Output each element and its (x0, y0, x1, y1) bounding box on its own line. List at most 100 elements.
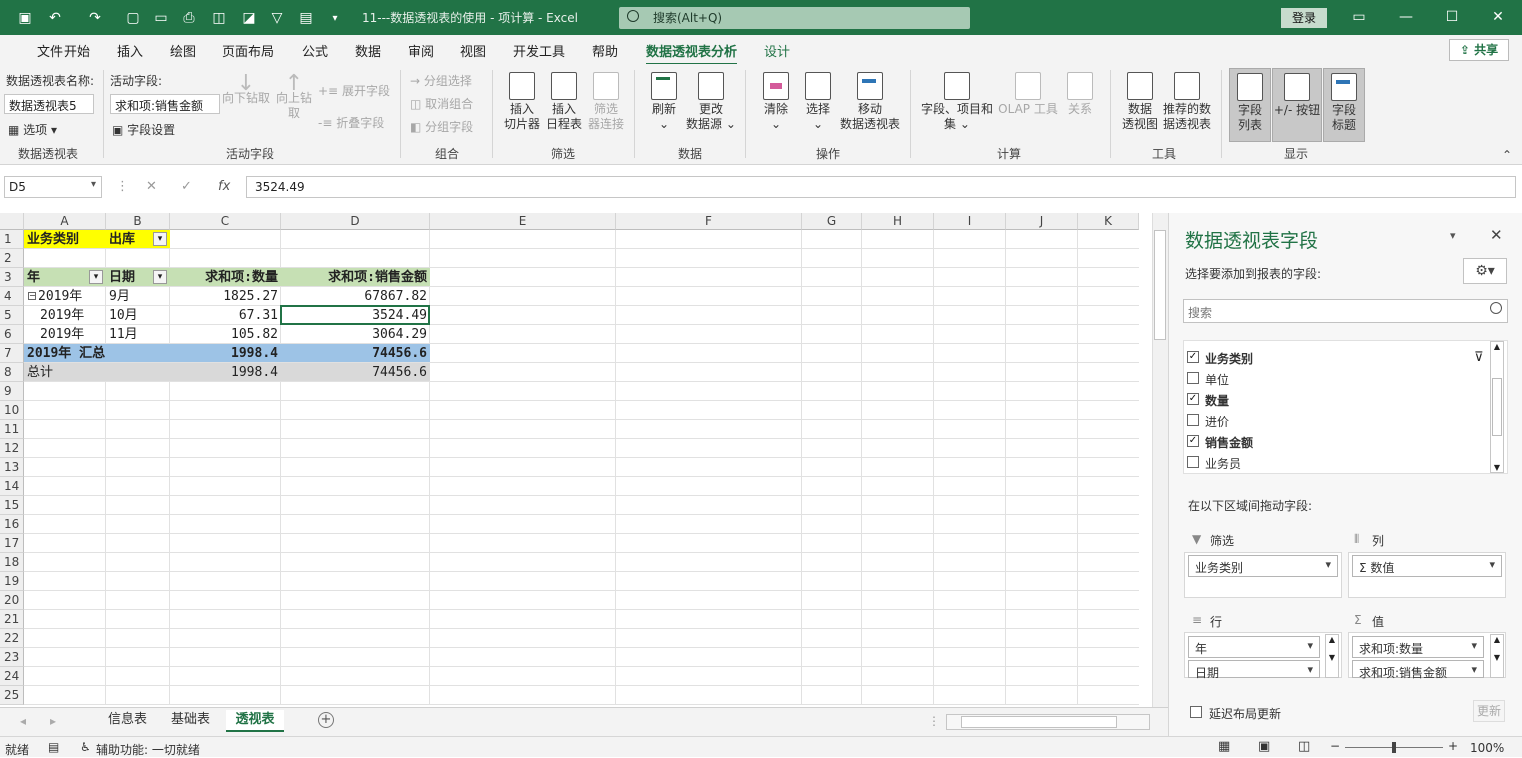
column-header-g[interactable]: G (802, 213, 862, 230)
tab-help[interactable]: 帮助 (592, 41, 618, 60)
customize-toolbar-icon[interactable]: ▾ (326, 9, 344, 27)
cell-c8[interactable]: 1998.4 (170, 363, 281, 382)
field-list-button[interactable]: 字段 列表 (1229, 68, 1271, 142)
next-sheet-icon[interactable]: ▸ (50, 714, 56, 728)
column-header-b[interactable]: B (106, 213, 170, 230)
prev-sheet-icon[interactable]: ◂ (20, 714, 26, 728)
row-header-12[interactable]: 12 (0, 439, 24, 458)
scroll-down-icon[interactable]: ▼ (1491, 463, 1503, 472)
tab-developer[interactable]: 开发工具 (513, 41, 565, 60)
cancel-icon[interactable]: ✕ (146, 179, 157, 194)
enter-icon[interactable]: ✓ (181, 179, 192, 194)
column-header-d[interactable]: D (281, 213, 430, 230)
cell-d3[interactable]: 求和项:销售金额 (281, 268, 430, 287)
tab-review[interactable]: 审阅 (408, 41, 434, 60)
field-label-cost[interactable]: 进价 (1205, 413, 1229, 430)
tab-page-layout[interactable]: 页面布局 (222, 41, 274, 60)
select-all-corner[interactable] (0, 213, 24, 230)
tab-pivot-analyze[interactable]: 数据透视表分析 (646, 41, 738, 66)
tab-design[interactable]: 设计 (764, 41, 790, 60)
drill-up-button[interactable]: ↑ 向上钻取 (274, 73, 314, 121)
column-header-i[interactable]: I (934, 213, 1006, 230)
value-item-sales[interactable]: 求和项:销售金额 (1352, 660, 1484, 680)
update-button[interactable]: 更新 (1473, 700, 1505, 722)
close-icon[interactable]: ✕ (1488, 8, 1508, 26)
row-item-year[interactable]: 年 (1188, 636, 1320, 658)
undo-icon[interactable]: ↶ (46, 9, 64, 27)
cell-a6[interactable]: 2019年 (24, 325, 106, 344)
sheet-tab-info[interactable]: 信息表 (104, 710, 151, 732)
field-settings-button[interactable]: ▣ 字段设置 (112, 121, 175, 138)
tab-view[interactable]: 视图 (460, 41, 486, 60)
pivot-name-input[interactable]: 数据透视表5 (4, 94, 94, 114)
column-header-c[interactable]: C (170, 213, 281, 230)
ungroup-button[interactable]: ◫ 取消组合 (410, 95, 473, 112)
filter-icon[interactable]: ▽ (268, 9, 286, 27)
field-list-scrollbar[interactable]: ▲ ▼ (1490, 341, 1504, 473)
field-checkbox-business[interactable]: ✓ (1187, 351, 1199, 363)
move-pivot-button[interactable]: 移动 数据透视表 (838, 72, 902, 132)
save-icon[interactable]: ▣ (16, 9, 34, 27)
rows-area-scrollbar[interactable]: ▲ ▼ (1325, 634, 1339, 678)
cell-a5[interactable]: 2019年 (24, 306, 106, 325)
column-header-j[interactable]: J (1006, 213, 1078, 230)
group-field-button[interactable]: ◧ 分组字段 (410, 118, 473, 135)
row-header-2[interactable]: 2 (0, 249, 24, 268)
insert-function-icon[interactable]: fx (218, 179, 230, 194)
cell-c6[interactable]: 105.82 (170, 325, 281, 344)
column-header-f[interactable]: F (616, 213, 802, 230)
cell-a7[interactable]: 2019年 汇总 (24, 344, 170, 363)
clear-button[interactable]: 清除 ⌄ (758, 72, 794, 132)
cell-d8[interactable]: 74456.6 (281, 363, 430, 382)
column-header-a[interactable]: A (24, 213, 106, 230)
cell-c5[interactable]: 67.31 (170, 306, 281, 325)
page-layout-icon[interactable]: ▣ (1258, 739, 1270, 754)
row-header-11[interactable]: 11 (0, 420, 24, 439)
field-checkbox-salesperson[interactable] (1187, 456, 1199, 468)
tab-draw[interactable]: 绘图 (170, 41, 196, 60)
filter-icon[interactable]: ⊽ (1474, 350, 1484, 365)
row-header-10[interactable]: 10 (0, 401, 24, 420)
maximize-icon[interactable]: ☐ (1442, 8, 1462, 26)
horizontal-scroll-thumb[interactable] (961, 716, 1117, 728)
row-header-14[interactable]: 14 (0, 477, 24, 496)
column-header-k[interactable]: K (1078, 213, 1139, 230)
tab-formulas[interactable]: 公式 (302, 41, 328, 60)
accessibility-icon[interactable]: ♿ (80, 740, 91, 754)
column-item-values[interactable]: Σ 数值 (1352, 555, 1502, 577)
collapse-toggle-icon[interactable]: − (28, 292, 36, 300)
row-header-8[interactable]: 8 (0, 363, 24, 382)
row-header-23[interactable]: 23 (0, 648, 24, 667)
row-header-5[interactable]: 5 (0, 306, 24, 325)
cell-d4[interactable]: 67867.82 (281, 287, 430, 306)
preview-icon[interactable]: ◫ (210, 9, 228, 27)
formula-input[interactable]: 3524.49 (246, 176, 1516, 198)
sheet-tab-pivot[interactable]: 透视表 (226, 710, 284, 732)
normal-view-icon[interactable]: ▦ (1218, 739, 1230, 754)
group-selection-button[interactable]: → 分组选择 (410, 72, 472, 89)
row-header-3[interactable]: 3 (0, 268, 24, 287)
ribbon-display-icon[interactable]: ▭ (1349, 8, 1369, 26)
field-checkbox-sales[interactable]: ✓ (1187, 435, 1199, 447)
row-header-21[interactable]: 21 (0, 610, 24, 629)
search-box[interactable]: 搜索(Alt+Q) (619, 7, 970, 29)
sheet-tab-base[interactable]: 基础表 (167, 710, 214, 732)
row-item-date[interactable]: 日期 (1188, 660, 1320, 680)
row-header-20[interactable]: 20 (0, 591, 24, 610)
column-header-h[interactable]: H (862, 213, 934, 230)
options-button[interactable]: ▦ 选项 ▾ (8, 121, 57, 138)
add-sheet-icon[interactable]: + (318, 712, 334, 728)
redo-icon[interactable]: ↷ (86, 9, 104, 27)
page-break-icon[interactable]: ◫ (1298, 739, 1310, 754)
column-header-e[interactable]: E (430, 213, 616, 230)
zoom-out-icon[interactable]: − (1330, 739, 1340, 753)
value-item-quantity[interactable]: 求和项:数量 (1352, 636, 1484, 658)
date-dropdown-icon[interactable]: ▾ (153, 270, 167, 284)
drill-down-button[interactable]: ↓ 向下钻取 (222, 73, 270, 106)
zoom-level[interactable]: 100% (1470, 741, 1504, 755)
cell-b4[interactable]: 9月 (106, 287, 170, 306)
fields-items-sets-button[interactable]: 字段、项目和集 ⌄ (918, 72, 996, 132)
tab-home[interactable]: 开始 (64, 41, 90, 60)
plus-minus-button[interactable]: +/- 按钮 (1272, 68, 1322, 142)
change-data-source-button[interactable]: 更改 数据源 ⌄ (686, 72, 736, 132)
